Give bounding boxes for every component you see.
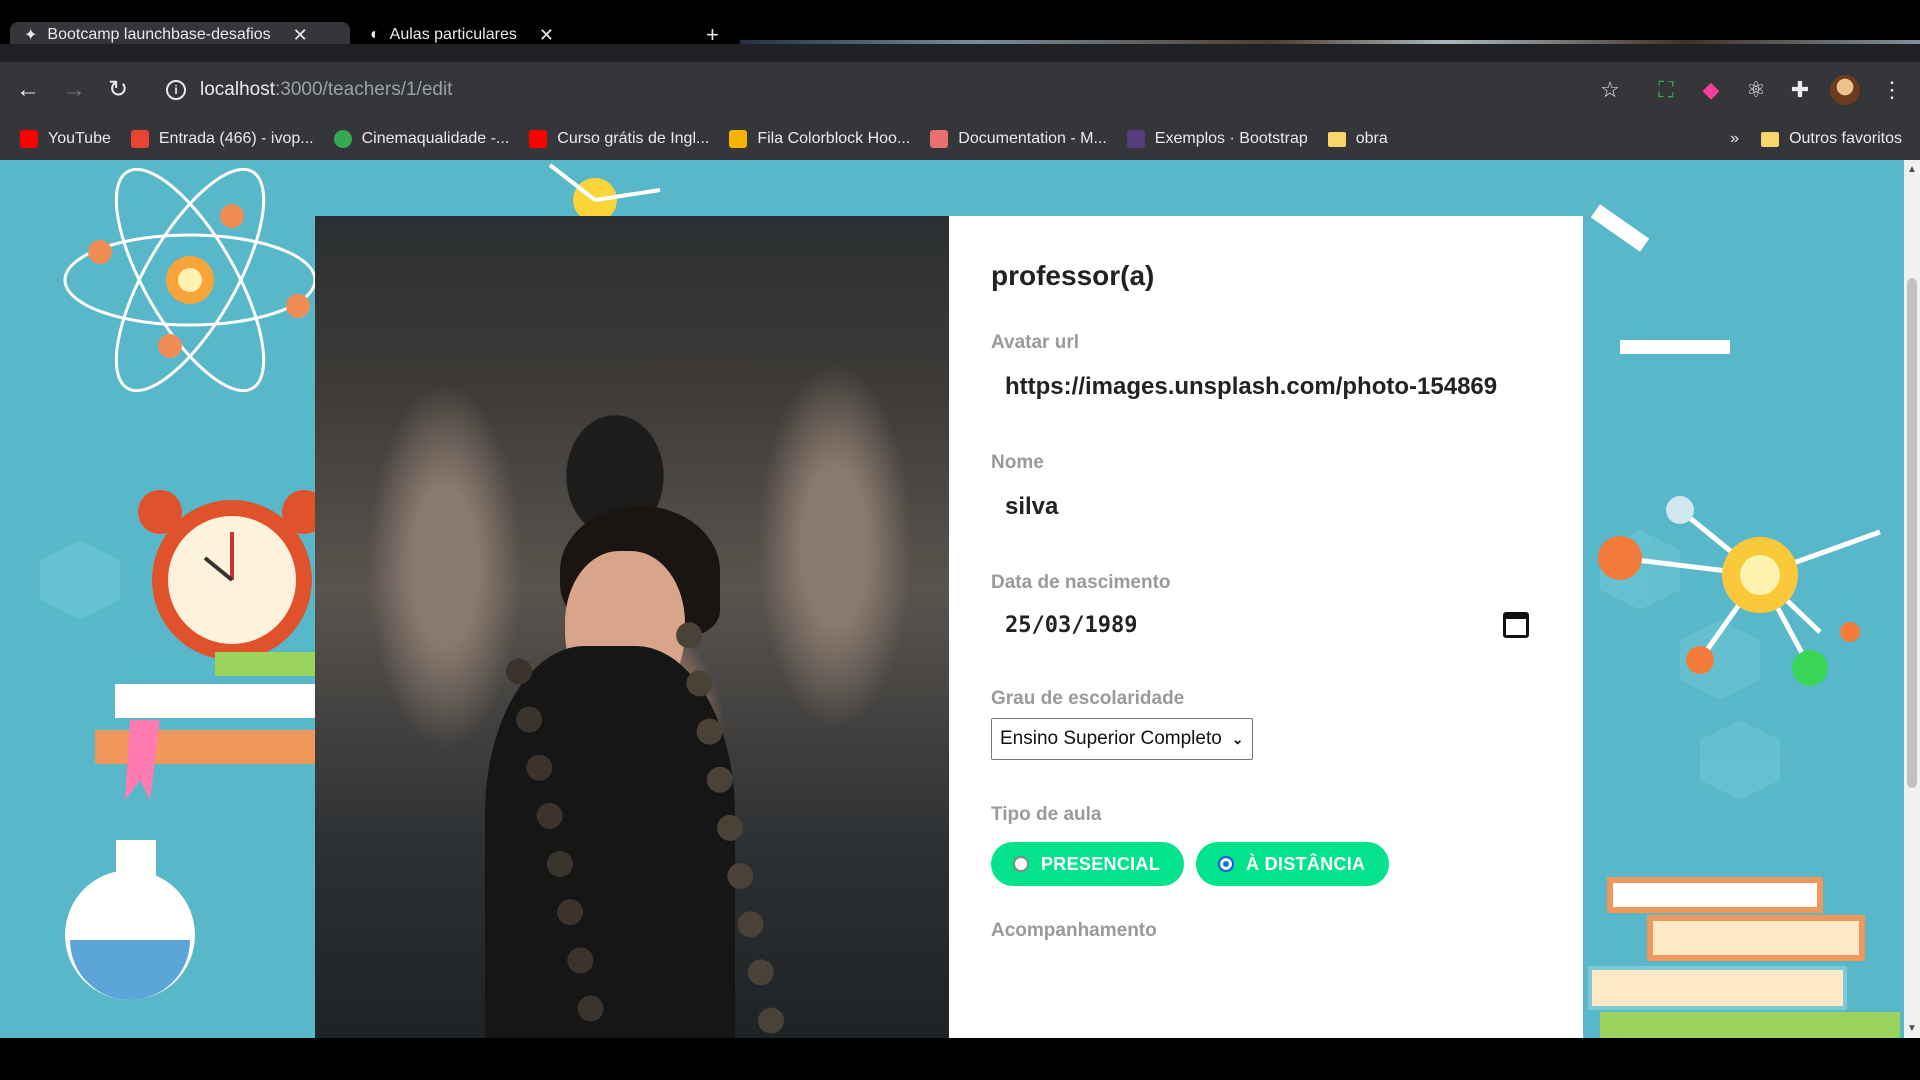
education-selected-value: Ensino Superior Completo [1000, 728, 1222, 749]
class-type-radio-group: PRESENCIAL À DISTÂNCIA [991, 842, 1541, 886]
tab-title: Aulas particulares [389, 26, 517, 43]
calendar-icon[interactable] [1503, 612, 1529, 638]
birth-label: Data de nascimento [991, 572, 1171, 593]
bookmark-curso-ingles[interactable]: Curso grátis de Ingl... [529, 130, 709, 148]
tab-strip-background [740, 40, 1920, 44]
new-tab-icon[interactable]: + [706, 22, 719, 44]
close-tab-icon[interactable]: ✕ [539, 25, 554, 45]
extension-color-icon[interactable]: ◆ [1697, 76, 1725, 104]
extension-screen-icon[interactable]: ⛶ [1652, 76, 1680, 104]
class-type-label: Tipo de aula [991, 804, 1102, 825]
name-label: Nome [991, 452, 1044, 473]
page-scrollbar[interactable]: ▲ ▼ [1904, 160, 1920, 1038]
browser-chrome: ✦ Bootcamp launchbase-desafios ✕ ◐ Aulas… [0, 0, 1920, 160]
teacher-form: professor(a) Avatar url Nome Data de nas… [949, 216, 1583, 1038]
education-select[interactable]: Ensino Superior Completo ⌄ [991, 718, 1253, 760]
teacher-edit-card: professor(a) Avatar url Nome Data de nas… [315, 216, 1583, 1038]
birth-field: Data de nascimento 25/03/1989 [991, 572, 1541, 638]
birth-date-input[interactable]: 25/03/1989 [991, 612, 1541, 638]
site-info-icon[interactable]: i [166, 80, 186, 100]
tab-bootcamp[interactable]: ✦ Bootcamp launchbase-desafios ✕ [10, 22, 350, 44]
tab-aulas[interactable]: ◐ Aulas particulares ✕ [356, 22, 686, 45]
bookmark-fila[interactable]: Fila Colorblock Hoo... [729, 130, 910, 148]
cinema-icon [333, 130, 352, 148]
other-bookmarks-folder[interactable]: Outros favoritos [1761, 130, 1902, 148]
scroll-down-icon[interactable]: ▼ [1907, 1023, 1917, 1034]
back-icon[interactable]: ← [14, 76, 42, 104]
name-input[interactable] [991, 492, 1541, 522]
avatar-field: Avatar url [991, 332, 1541, 402]
scroll-thumb[interactable] [1907, 278, 1917, 788]
avatar-label: Avatar url [991, 332, 1079, 353]
tab-favicon-icon: ◐ [370, 26, 380, 43]
chevron-down-icon: ⌄ [1231, 730, 1244, 747]
tab-favicon-icon: ✦ [24, 27, 38, 44]
radio-circle[interactable] [1013, 856, 1029, 872]
reload-icon[interactable]: ↻ [104, 76, 132, 104]
fila-icon [729, 130, 748, 148]
extensions-puzzle-icon[interactable]: ✚ [1786, 76, 1814, 104]
education-field: Grau de escolaridade Ensino Superior Com… [991, 688, 1541, 760]
bookmark-cinemaqualidade[interactable]: Cinemaqualidade -... [333, 130, 509, 148]
bookmark-youtube[interactable]: YouTube [20, 130, 111, 148]
menu-kebab-icon[interactable]: ⋮ [1878, 76, 1906, 104]
documentation-icon [930, 130, 949, 148]
bootstrap-icon [1126, 130, 1145, 148]
bookmark-gmail[interactable]: Entrada (466) - ivop... [130, 130, 314, 148]
radio-presencial[interactable]: PRESENCIAL [991, 842, 1185, 886]
bookmark-obra[interactable]: obra [1327, 130, 1388, 148]
address-bar[interactable]: i localhost:3000/teachers/1/edit [156, 72, 1606, 108]
forward-icon[interactable]: → [60, 76, 88, 104]
folder-icon [1327, 131, 1346, 147]
avatar-url-input[interactable] [991, 372, 1541, 402]
bookmark-star-icon[interactable]: ☆ [1596, 76, 1624, 104]
radio-distancia[interactable]: À DISTÂNCIA [1196, 842, 1390, 886]
close-tab-icon[interactable]: ✕ [293, 25, 308, 45]
folder-icon [1761, 131, 1780, 147]
toolbar: ← → ↻ i localhost:3000/teachers/1/edit ☆… [0, 62, 1920, 118]
form-title: professor(a) [991, 260, 1155, 291]
radio-circle-selected[interactable] [1218, 856, 1235, 872]
bookmarks-overflow-button[interactable]: » [1730, 130, 1739, 148]
url-path: :3000/teachers/1/edit [275, 79, 453, 100]
gmail-icon [130, 130, 149, 148]
profile-avatar[interactable] [1830, 75, 1860, 105]
url-host: localhost [200, 79, 275, 100]
alarm-clock-icon [138, 490, 326, 660]
tab-title: Bootcamp launchbase-desafios [47, 26, 271, 43]
screen-bottom-bar [0, 1038, 1920, 1080]
page-viewport: professor(a) Avatar url Nome Data de nas… [0, 160, 1920, 1038]
name-field: Nome [991, 452, 1541, 522]
teacher-avatar-image [315, 216, 949, 1038]
tab-strip: ✦ Bootcamp launchbase-desafios ✕ ◐ Aulas… [0, 0, 1920, 44]
education-label: Grau de escolaridade [991, 688, 1185, 709]
youtube-icon [20, 130, 38, 148]
birth-date-value: 25/03/1989 [1005, 612, 1138, 638]
class-type-field: Tipo de aula PRESENCIAL À DISTÂNCIA [991, 804, 1541, 886]
scroll-up-icon[interactable]: ▲ [1907, 164, 1917, 175]
react-devtools-icon[interactable]: ⚛ [1742, 76, 1770, 104]
youtube-icon [529, 130, 548, 148]
bookmark-bootstrap[interactable]: Exemplos · Bootstrap [1126, 130, 1308, 148]
bookmarks-bar: YouTube Entrada (466) - ivop... Cinemaqu… [0, 118, 1920, 160]
acompanhamento-label: Acompanhamento [991, 920, 1157, 941]
flask-icon [65, 840, 195, 1000]
bookmark-documentation[interactable]: Documentation - M... [930, 130, 1107, 148]
